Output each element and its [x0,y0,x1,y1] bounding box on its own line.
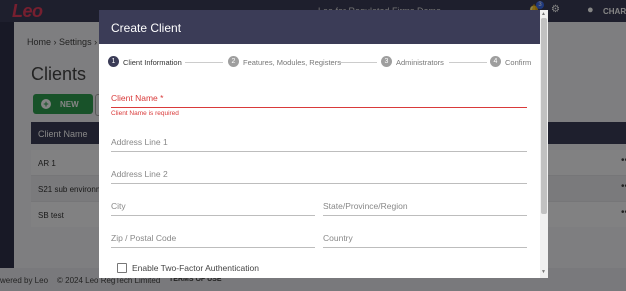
dialog-title: Create Client [111,21,182,35]
state-field[interactable]: State/Province/Region [323,198,527,216]
create-client-dialog: Create Client ▲ ▼ 1 Client Information 2… [99,10,548,278]
address-line-1-field[interactable]: Address Line 1 [111,134,527,152]
step-2-indicator: 2 [228,56,239,67]
client-name-error: Client Name is required [111,110,179,117]
country-field[interactable]: Country [323,230,527,248]
step-connector [185,62,223,63]
address-line-2-field[interactable]: Address Line 2 [111,166,527,184]
address-line-1-label: Address Line 1 [111,137,168,147]
two-factor-checkbox[interactable] [117,263,127,273]
step-1-indicator: 1 [108,56,119,67]
two-factor-label[interactable]: Enable Two-Factor Authentication [132,263,259,273]
step-4-label: Confirm [505,58,532,67]
step-connector [339,62,377,63]
client-name-label: Client Name * [111,93,164,103]
client-name-field[interactable]: Client Name * [111,90,527,108]
step-4-indicator: 4 [490,56,501,67]
stepper: 1 Client Information 2 Features, Modules… [99,54,540,70]
zip-label: Zip / Postal Code [111,233,177,243]
field-underline [323,215,527,216]
address-line-2-label: Address Line 2 [111,169,168,179]
step-1-label: Client Information [123,58,182,67]
client-name-underline [111,107,527,108]
dialog-scrollbar[interactable]: ▲ ▼ [540,10,548,278]
scrollbar-thumb[interactable] [541,18,547,214]
state-label: State/Province/Region [323,201,408,211]
field-underline [111,215,315,216]
scroll-up-icon[interactable]: ▲ [541,11,546,17]
city-label: City [111,201,126,211]
scroll-down-icon[interactable]: ▼ [541,269,546,275]
field-underline [111,183,527,184]
zip-field[interactable]: Zip / Postal Code [111,230,315,248]
step-3-indicator: 3 [381,56,392,67]
country-label: Country [323,233,353,243]
field-underline [323,247,527,248]
step-connector [449,62,487,63]
field-underline [111,247,315,248]
city-field[interactable]: City [111,198,315,216]
dialog-header: Create Client [99,10,540,44]
step-3-label: Administrators [396,58,444,67]
field-underline [111,151,527,152]
step-2-label: Features, Modules, Registers [243,58,341,67]
